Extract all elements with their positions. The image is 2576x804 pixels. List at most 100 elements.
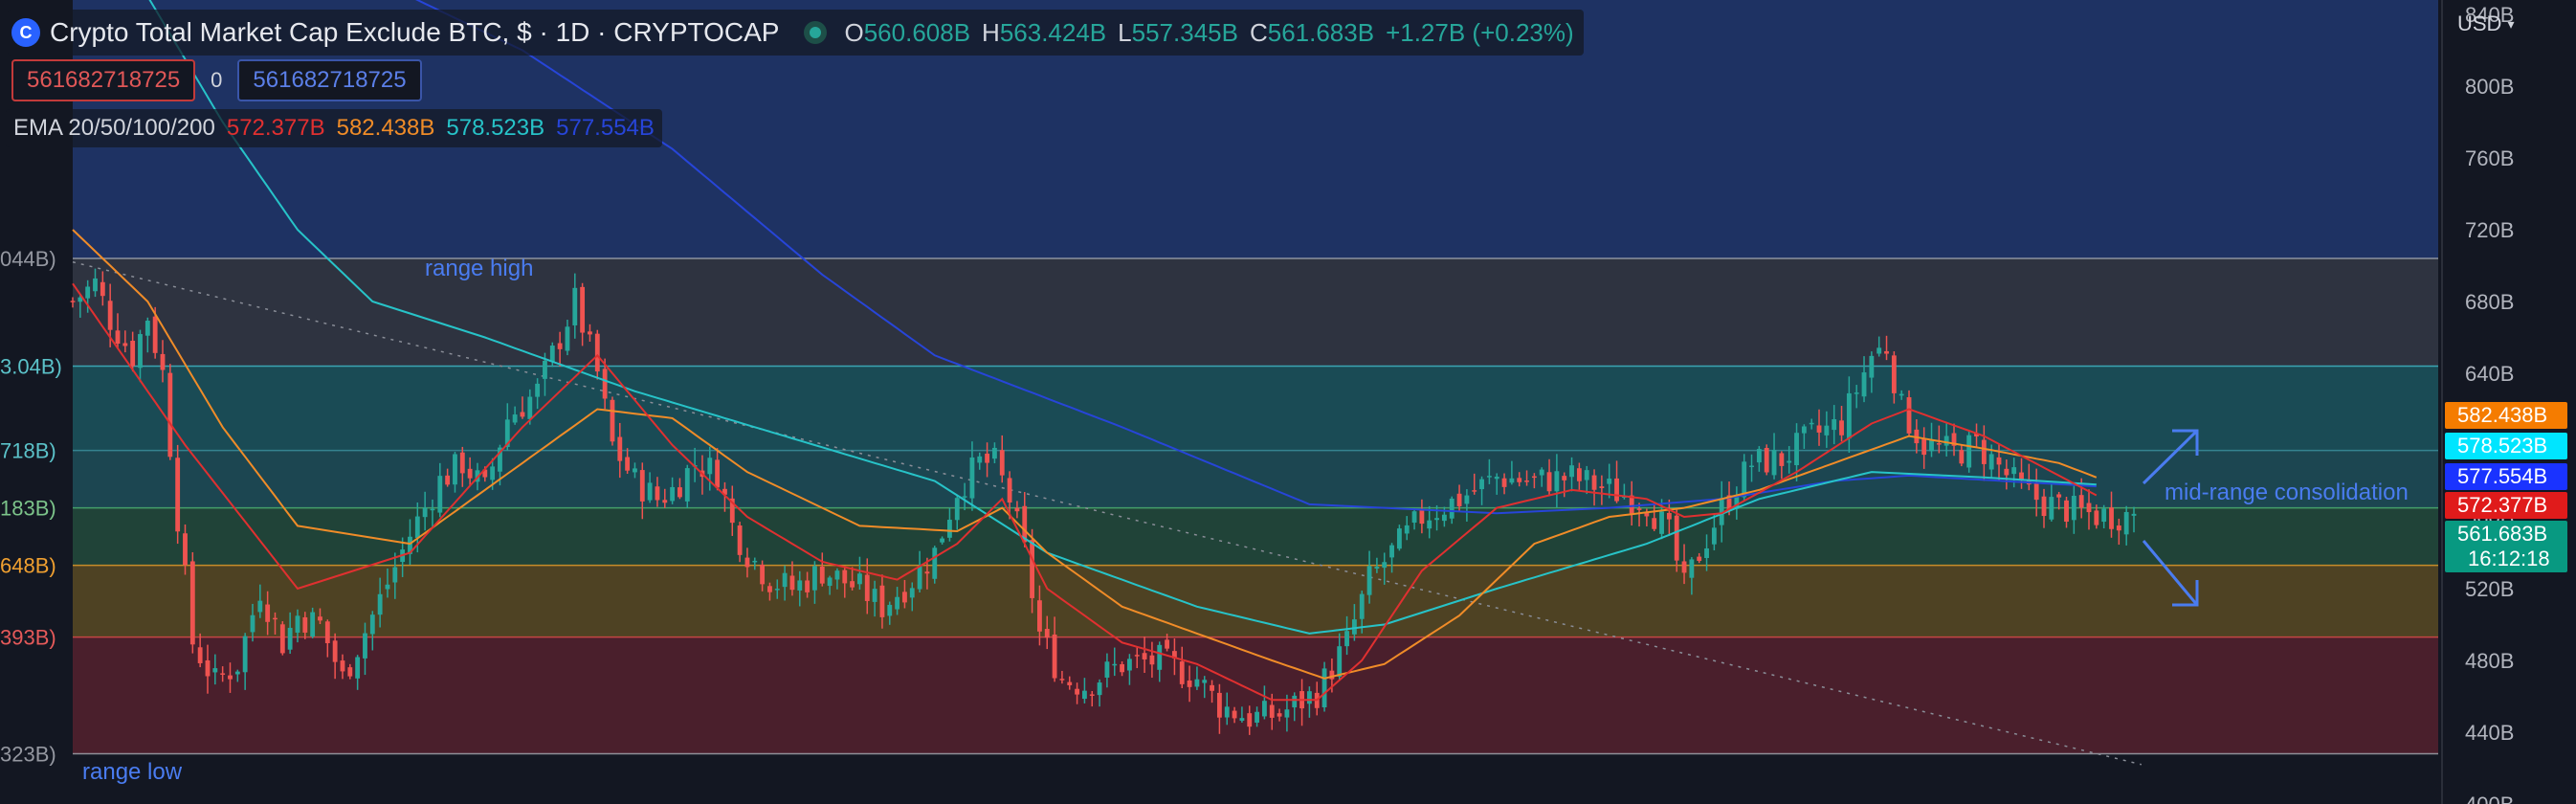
candle-body[interactable] bbox=[767, 586, 772, 592]
candle-body[interactable] bbox=[932, 547, 938, 579]
candle-body[interactable] bbox=[1607, 479, 1612, 484]
candle-body[interactable] bbox=[985, 453, 990, 463]
candle-body[interactable] bbox=[512, 414, 518, 423]
candle-body[interactable] bbox=[1382, 562, 1388, 569]
candle-body[interactable] bbox=[2094, 510, 2099, 525]
candle-body[interactable] bbox=[1149, 655, 1155, 665]
candle-body[interactable] bbox=[1704, 547, 1709, 559]
candle-body[interactable] bbox=[625, 457, 631, 471]
candle-body[interactable] bbox=[318, 616, 322, 621]
candle-body[interactable] bbox=[760, 564, 766, 585]
candle-body[interactable] bbox=[1449, 498, 1455, 519]
candle-body[interactable] bbox=[340, 660, 345, 672]
candle-body[interactable] bbox=[1232, 710, 1237, 719]
candle-body[interactable] bbox=[1210, 684, 1214, 691]
candle-body[interactable] bbox=[1104, 661, 1110, 678]
candle-body[interactable] bbox=[1891, 355, 1897, 393]
candle-body[interactable] bbox=[1764, 447, 1769, 473]
candle-body[interactable] bbox=[797, 580, 803, 591]
candle-body[interactable] bbox=[2033, 482, 2039, 501]
candle-body[interactable] bbox=[363, 633, 367, 659]
candle-body[interactable] bbox=[2123, 511, 2129, 535]
candle-body[interactable] bbox=[205, 659, 211, 677]
candle-body[interactable] bbox=[1097, 682, 1102, 696]
candle-body[interactable] bbox=[422, 507, 428, 518]
candle-body[interactable] bbox=[1351, 619, 1357, 635]
buy-price-box[interactable]: 561682718725 bbox=[237, 59, 422, 101]
candle-body[interactable] bbox=[1165, 639, 1169, 649]
candle-body[interactable] bbox=[1389, 545, 1394, 558]
candle-body[interactable] bbox=[1359, 593, 1365, 619]
candle-body[interactable] bbox=[295, 615, 300, 633]
currency-selector[interactable]: USD ▾ bbox=[2457, 11, 2514, 36]
candle-body[interactable] bbox=[1239, 718, 1245, 722]
candle-body[interactable] bbox=[2101, 508, 2107, 523]
candle-body[interactable] bbox=[580, 286, 586, 333]
candle-body[interactable] bbox=[774, 589, 780, 591]
candle-body[interactable] bbox=[543, 360, 547, 379]
candle-body[interactable] bbox=[715, 459, 721, 488]
candle-body[interactable] bbox=[1089, 694, 1095, 696]
candle-body[interactable] bbox=[1756, 449, 1762, 463]
candle-body[interactable] bbox=[819, 567, 825, 584]
candle-body[interactable] bbox=[527, 396, 533, 419]
candle-body[interactable] bbox=[670, 486, 676, 502]
candle-body[interactable] bbox=[1120, 663, 1125, 673]
candle-body[interactable] bbox=[273, 617, 278, 620]
candle-body[interactable] bbox=[1599, 486, 1605, 488]
candle-body[interactable] bbox=[144, 321, 150, 336]
candle-body[interactable] bbox=[969, 457, 975, 499]
candle-body[interactable] bbox=[138, 334, 143, 368]
candle-body[interactable] bbox=[1321, 668, 1327, 708]
candle-body[interactable] bbox=[1306, 691, 1312, 704]
candle-body[interactable] bbox=[93, 278, 98, 292]
candle-body[interactable] bbox=[1906, 397, 1912, 434]
candle-body[interactable] bbox=[1689, 559, 1695, 578]
candle-body[interactable] bbox=[1966, 435, 1972, 468]
candle-body[interactable] bbox=[130, 341, 136, 367]
candle-body[interactable] bbox=[1419, 509, 1425, 525]
candle-body[interactable] bbox=[588, 331, 592, 335]
candle-body[interactable] bbox=[85, 286, 91, 299]
market-status-icon[interactable] bbox=[804, 21, 828, 44]
candle-body[interactable] bbox=[610, 399, 615, 442]
candle-body[interactable] bbox=[1832, 419, 1837, 431]
candle-body[interactable] bbox=[1052, 634, 1057, 679]
candle-body[interactable] bbox=[310, 612, 316, 637]
candle-body[interactable] bbox=[1771, 450, 1777, 476]
candle-body[interactable] bbox=[1067, 681, 1073, 685]
candle-body[interactable] bbox=[744, 557, 750, 568]
candle-body[interactable] bbox=[647, 482, 653, 501]
candle-body[interactable] bbox=[2049, 497, 2054, 520]
candle-body[interactable] bbox=[940, 538, 945, 543]
candle-body[interactable] bbox=[1404, 525, 1410, 534]
candle-body[interactable] bbox=[2109, 507, 2114, 529]
candle-body[interactable] bbox=[1794, 433, 1799, 466]
candle-body[interactable] bbox=[1861, 372, 1867, 397]
candle-body[interactable] bbox=[1884, 350, 1889, 354]
candle-body[interactable] bbox=[617, 436, 623, 461]
candle-body[interactable] bbox=[1269, 704, 1275, 718]
candle-body[interactable] bbox=[565, 326, 570, 351]
candle-body[interactable] bbox=[115, 330, 121, 345]
candle-body[interactable] bbox=[445, 475, 451, 485]
candle-body[interactable] bbox=[999, 450, 1005, 476]
candle-body[interactable] bbox=[302, 616, 308, 633]
candle-body[interactable] bbox=[1030, 540, 1035, 598]
candle-body[interactable] bbox=[1681, 561, 1687, 573]
candle-body[interactable] bbox=[909, 588, 915, 598]
candle-body[interactable] bbox=[1809, 422, 1814, 425]
candle-body[interactable] bbox=[655, 486, 660, 501]
candle-body[interactable] bbox=[1824, 425, 1830, 436]
candle-body[interactable] bbox=[1869, 355, 1875, 378]
candle-body[interactable] bbox=[962, 496, 967, 498]
candle-body[interactable] bbox=[2011, 467, 2017, 475]
candle-body[interactable] bbox=[1194, 679, 1200, 687]
candle-body[interactable] bbox=[197, 647, 203, 663]
candle-body[interactable] bbox=[1554, 471, 1560, 492]
candle-body[interactable] bbox=[1216, 692, 1222, 718]
candle-body[interactable] bbox=[189, 561, 195, 645]
candle-body[interactable] bbox=[1959, 450, 1965, 464]
candle-body[interactable] bbox=[1591, 475, 1597, 490]
candle-body[interactable] bbox=[2131, 513, 2137, 516]
